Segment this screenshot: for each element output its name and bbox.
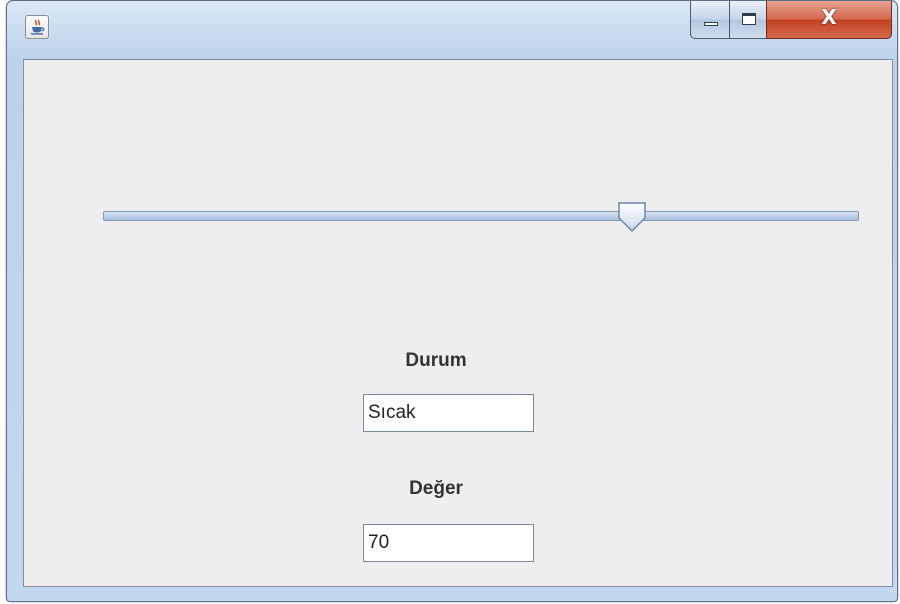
- content-panel: Durum Değer: [23, 59, 893, 587]
- title-bar[interactable]: X: [7, 1, 897, 57]
- slider-thumb[interactable]: [616, 200, 648, 234]
- app-window: X Durum Değer: [6, 0, 898, 602]
- maximize-icon: [742, 13, 756, 25]
- value-slider[interactable]: [97, 200, 865, 232]
- slider-thumb-icon: [618, 202, 646, 232]
- deger-field[interactable]: [363, 524, 534, 562]
- java-cup-icon-graphic: [31, 19, 45, 35]
- close-icon: X: [821, 5, 837, 29]
- deger-label: Değer: [409, 478, 463, 499]
- java-cup-icon[interactable]: [25, 15, 49, 39]
- close-button[interactable]: X: [766, 1, 892, 39]
- durum-field[interactable]: [363, 394, 534, 432]
- slider-track[interactable]: [103, 211, 859, 221]
- minimize-button[interactable]: [690, 1, 730, 39]
- minimize-icon: [704, 22, 718, 26]
- durum-label: Durum: [405, 350, 467, 371]
- maximize-button[interactable]: [729, 1, 767, 39]
